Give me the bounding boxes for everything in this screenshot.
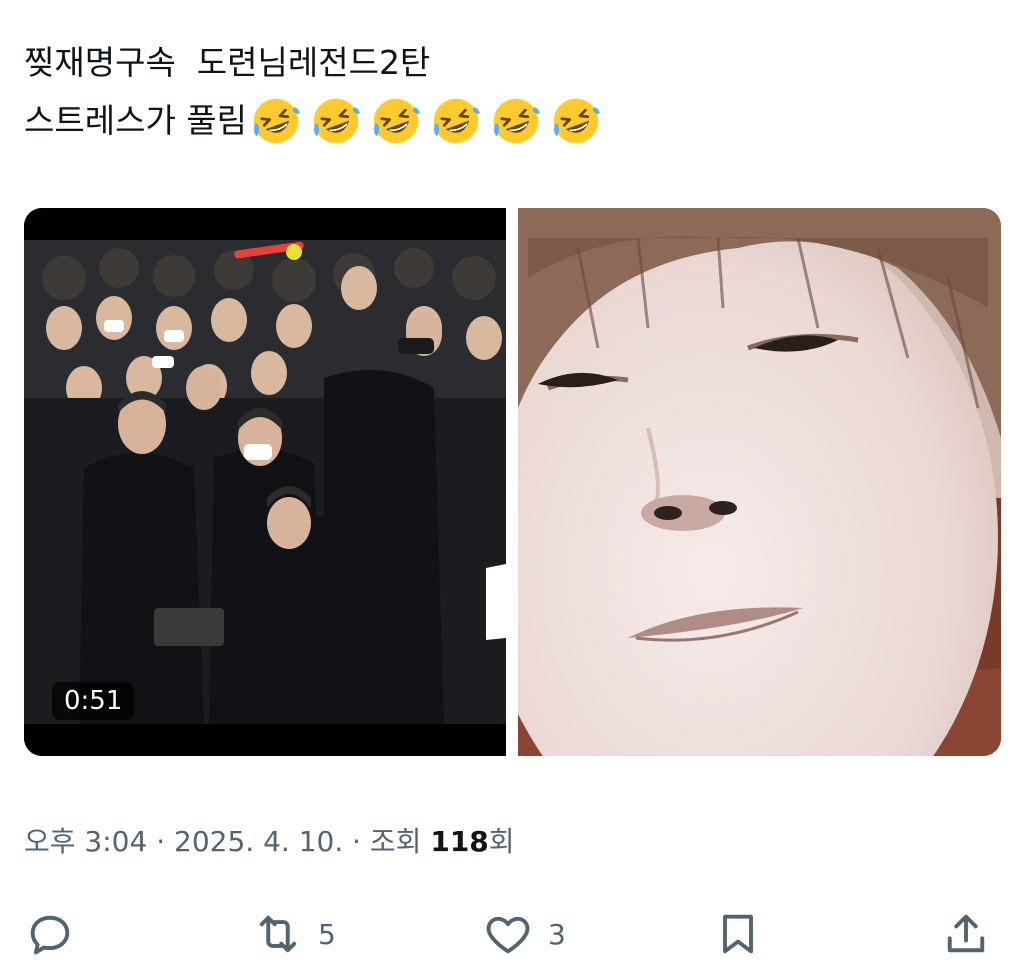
bookmark-button[interactable]	[712, 908, 764, 960]
views-prefix: 조회	[369, 825, 431, 858]
share-button[interactable]	[940, 908, 992, 960]
tweet-text: 찢재명구속 도련님레전드2탄 스트레스가 풀림	[24, 34, 601, 150]
retweet-icon	[259, 915, 297, 953]
video-duration-badge: 0:51	[52, 682, 135, 720]
rolling-on-the-floor-laughing-icon	[313, 98, 360, 144]
views-count: 118	[430, 825, 489, 858]
reply-button[interactable]	[24, 908, 90, 960]
meta-separator: ·	[147, 825, 175, 858]
rolling-on-the-floor-laughing-icon	[373, 98, 420, 144]
like-count: 3	[548, 917, 566, 951]
video-thumbnail[interactable]: 0:51	[24, 208, 506, 756]
tweet-line-2: 스트레스가 풀림	[24, 92, 601, 150]
like-button[interactable]: 3	[482, 908, 566, 960]
meta-separator-2: ·	[343, 825, 370, 858]
tweet-time[interactable]: 오후 3:04	[24, 825, 147, 858]
rolling-on-the-floor-laughing-icon	[253, 98, 300, 144]
media-grid[interactable]: 0:51	[24, 208, 1001, 756]
bookmark-icon	[723, 914, 753, 954]
views-suffix: 회	[488, 825, 515, 858]
face-image[interactable]	[518, 208, 1001, 756]
retweet-button[interactable]: 5	[252, 908, 336, 960]
retweet-count: 5	[318, 917, 336, 951]
crowd-video-frame	[24, 208, 506, 756]
reply-icon	[30, 915, 70, 955]
rolling-on-the-floor-laughing-icon	[493, 98, 540, 144]
rolling-on-the-floor-laughing-icon	[433, 98, 480, 144]
share-icon	[947, 914, 985, 953]
face-photo	[518, 208, 1001, 756]
tweet-meta: 오후 3:04 · 2025. 4. 10. · 조회 118회	[24, 820, 515, 860]
tweet-date[interactable]: 2025. 4. 10.	[174, 825, 343, 858]
rolling-on-the-floor-laughing-icon	[553, 98, 600, 144]
tweet-line-1: 찢재명구속 도련님레전드2탄	[24, 43, 431, 82]
tweet-line-2-text: 스트레스가 풀림	[24, 101, 248, 140]
action-bar: 5 3	[24, 898, 994, 968]
heart-icon	[486, 916, 530, 954]
emoji-row	[251, 96, 601, 146]
